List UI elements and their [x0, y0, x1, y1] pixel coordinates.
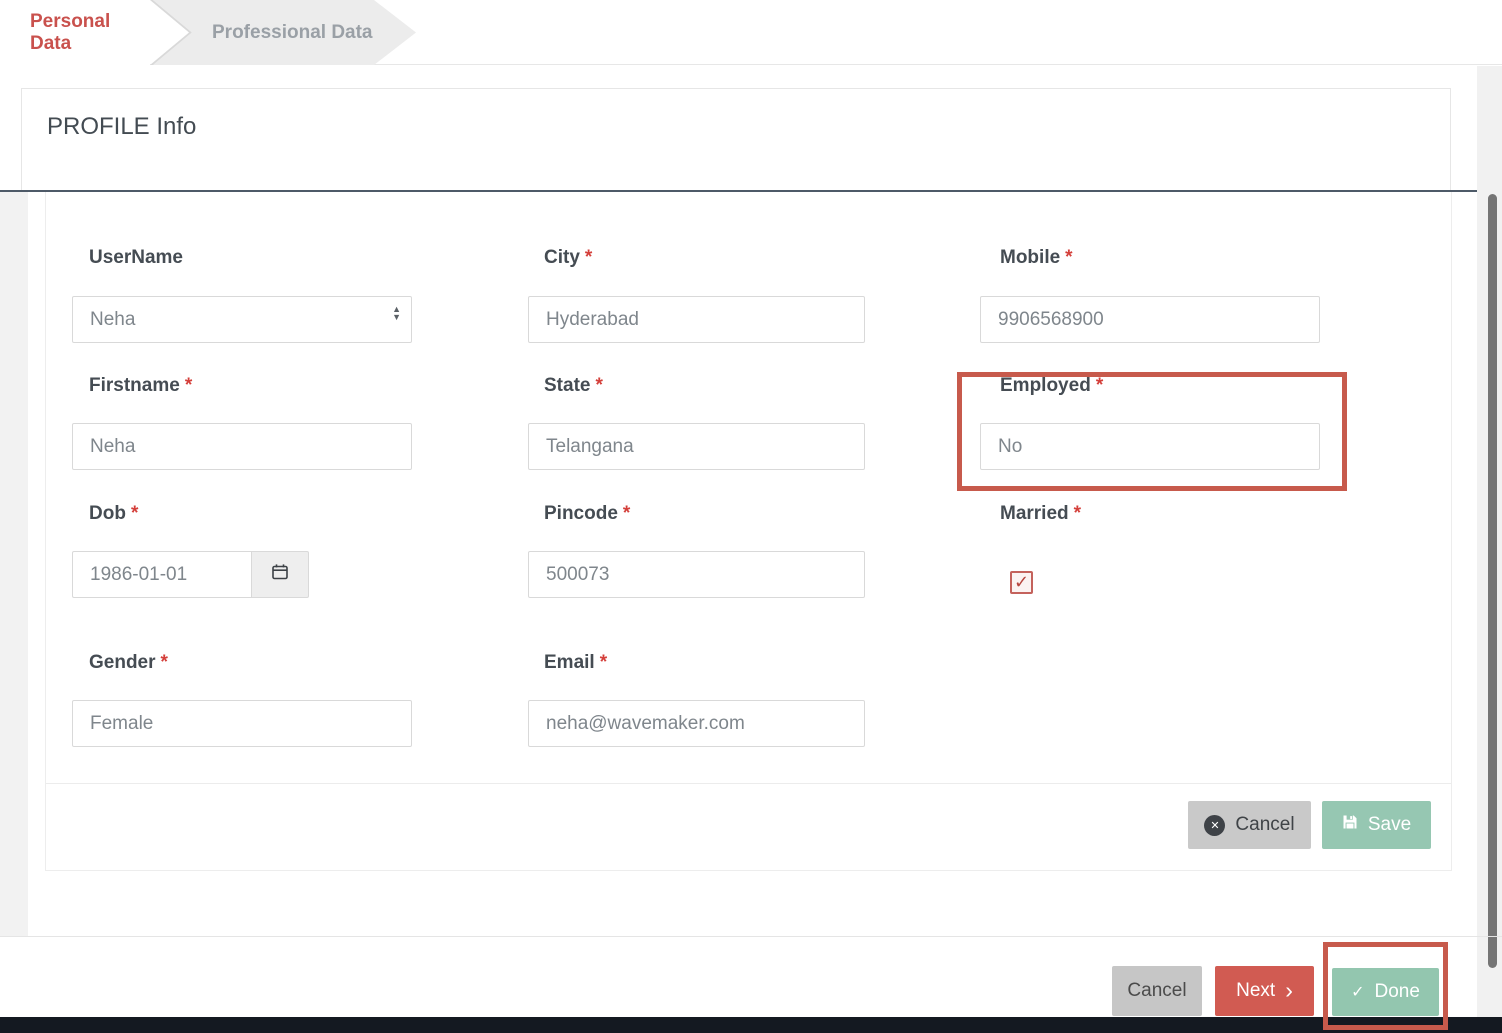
required-asterisk: *: [161, 652, 168, 673]
footer-done-button[interactable]: ✓ Done: [1332, 968, 1439, 1016]
mobile-label: Mobile*: [1000, 247, 1073, 269]
dob-label: Dob*: [89, 503, 138, 525]
footer-next-label: Next: [1236, 980, 1275, 1002]
page-title: PROFILE Info: [47, 113, 196, 141]
footer-next-button[interactable]: Next ›: [1215, 966, 1314, 1016]
footer-cancel-label: Cancel: [1127, 980, 1186, 1002]
tab-personal-data-label: Personal Data: [30, 11, 150, 55]
employed-label: Employed*: [1000, 375, 1103, 397]
firstname-input[interactable]: [72, 423, 412, 470]
tab-professional-data[interactable]: Professional Data: [153, 0, 416, 65]
scrollbar-thumb[interactable]: [1488, 194, 1497, 968]
footer-separator: [0, 936, 1502, 937]
wizard-tabs-bar: Personal Data Professional Data: [0, 0, 1502, 65]
save-floppy-icon: [1342, 814, 1358, 836]
required-asterisk: *: [585, 247, 592, 268]
required-asterisk: *: [1074, 503, 1081, 524]
username-label: UserName: [89, 247, 183, 269]
gender-label: Gender*: [89, 652, 168, 674]
chevron-right-icon: ›: [1285, 981, 1293, 999]
required-asterisk: *: [131, 503, 138, 524]
check-icon: ✓: [1351, 982, 1364, 1002]
dob-input[interactable]: [72, 551, 252, 598]
dob-calendar-button[interactable]: [251, 551, 309, 598]
tab-professional-data-label: Professional Data: [212, 22, 373, 44]
footer-done-label: Done: [1374, 981, 1419, 1003]
tab-personal-data[interactable]: Personal Data: [0, 0, 150, 65]
form-save-label: Save: [1368, 814, 1411, 836]
required-asterisk: *: [1065, 247, 1072, 268]
city-label: City*: [544, 247, 592, 269]
city-input[interactable]: [528, 296, 865, 343]
username-select-wrap: Neha ▲ ▼: [72, 296, 412, 343]
footer-cancel-button[interactable]: Cancel: [1112, 966, 1202, 1016]
required-asterisk: *: [600, 652, 607, 673]
employed-input[interactable]: [980, 423, 1320, 470]
married-label: Married*: [1000, 503, 1081, 525]
form-cancel-label: Cancel: [1235, 814, 1294, 836]
mobile-input[interactable]: [980, 296, 1320, 343]
state-input[interactable]: [528, 423, 865, 470]
required-asterisk: *: [623, 503, 630, 524]
cancel-circle-x-icon: ✕: [1204, 815, 1225, 836]
state-label: State*: [544, 375, 603, 397]
required-asterisk: *: [595, 375, 602, 396]
actions-separator: [46, 783, 1451, 784]
form-save-button[interactable]: Save: [1322, 801, 1431, 849]
profile-form-panel: UserName Neha ▲ ▼ City* Mobile* Firstnam…: [45, 192, 1452, 871]
profile-card-header: PROFILE Info: [21, 88, 1451, 190]
email-input[interactable]: [528, 700, 865, 747]
bottom-dark-bar: [0, 1017, 1502, 1033]
checkmark-icon: ✓: [1014, 572, 1029, 593]
form-cancel-button[interactable]: ✕ Cancel: [1188, 801, 1311, 849]
married-checkbox[interactable]: ✓: [1010, 571, 1033, 594]
required-asterisk: *: [1096, 375, 1103, 396]
pincode-label: Pincode*: [544, 503, 630, 525]
gender-input[interactable]: [72, 700, 412, 747]
calendar-icon: [271, 563, 289, 586]
pincode-input[interactable]: [528, 551, 865, 598]
firstname-label: Firstname*: [89, 375, 192, 397]
required-asterisk: *: [185, 375, 192, 396]
left-gutter: [0, 192, 28, 936]
email-label: Email*: [544, 652, 607, 674]
username-select[interactable]: Neha: [72, 296, 412, 343]
